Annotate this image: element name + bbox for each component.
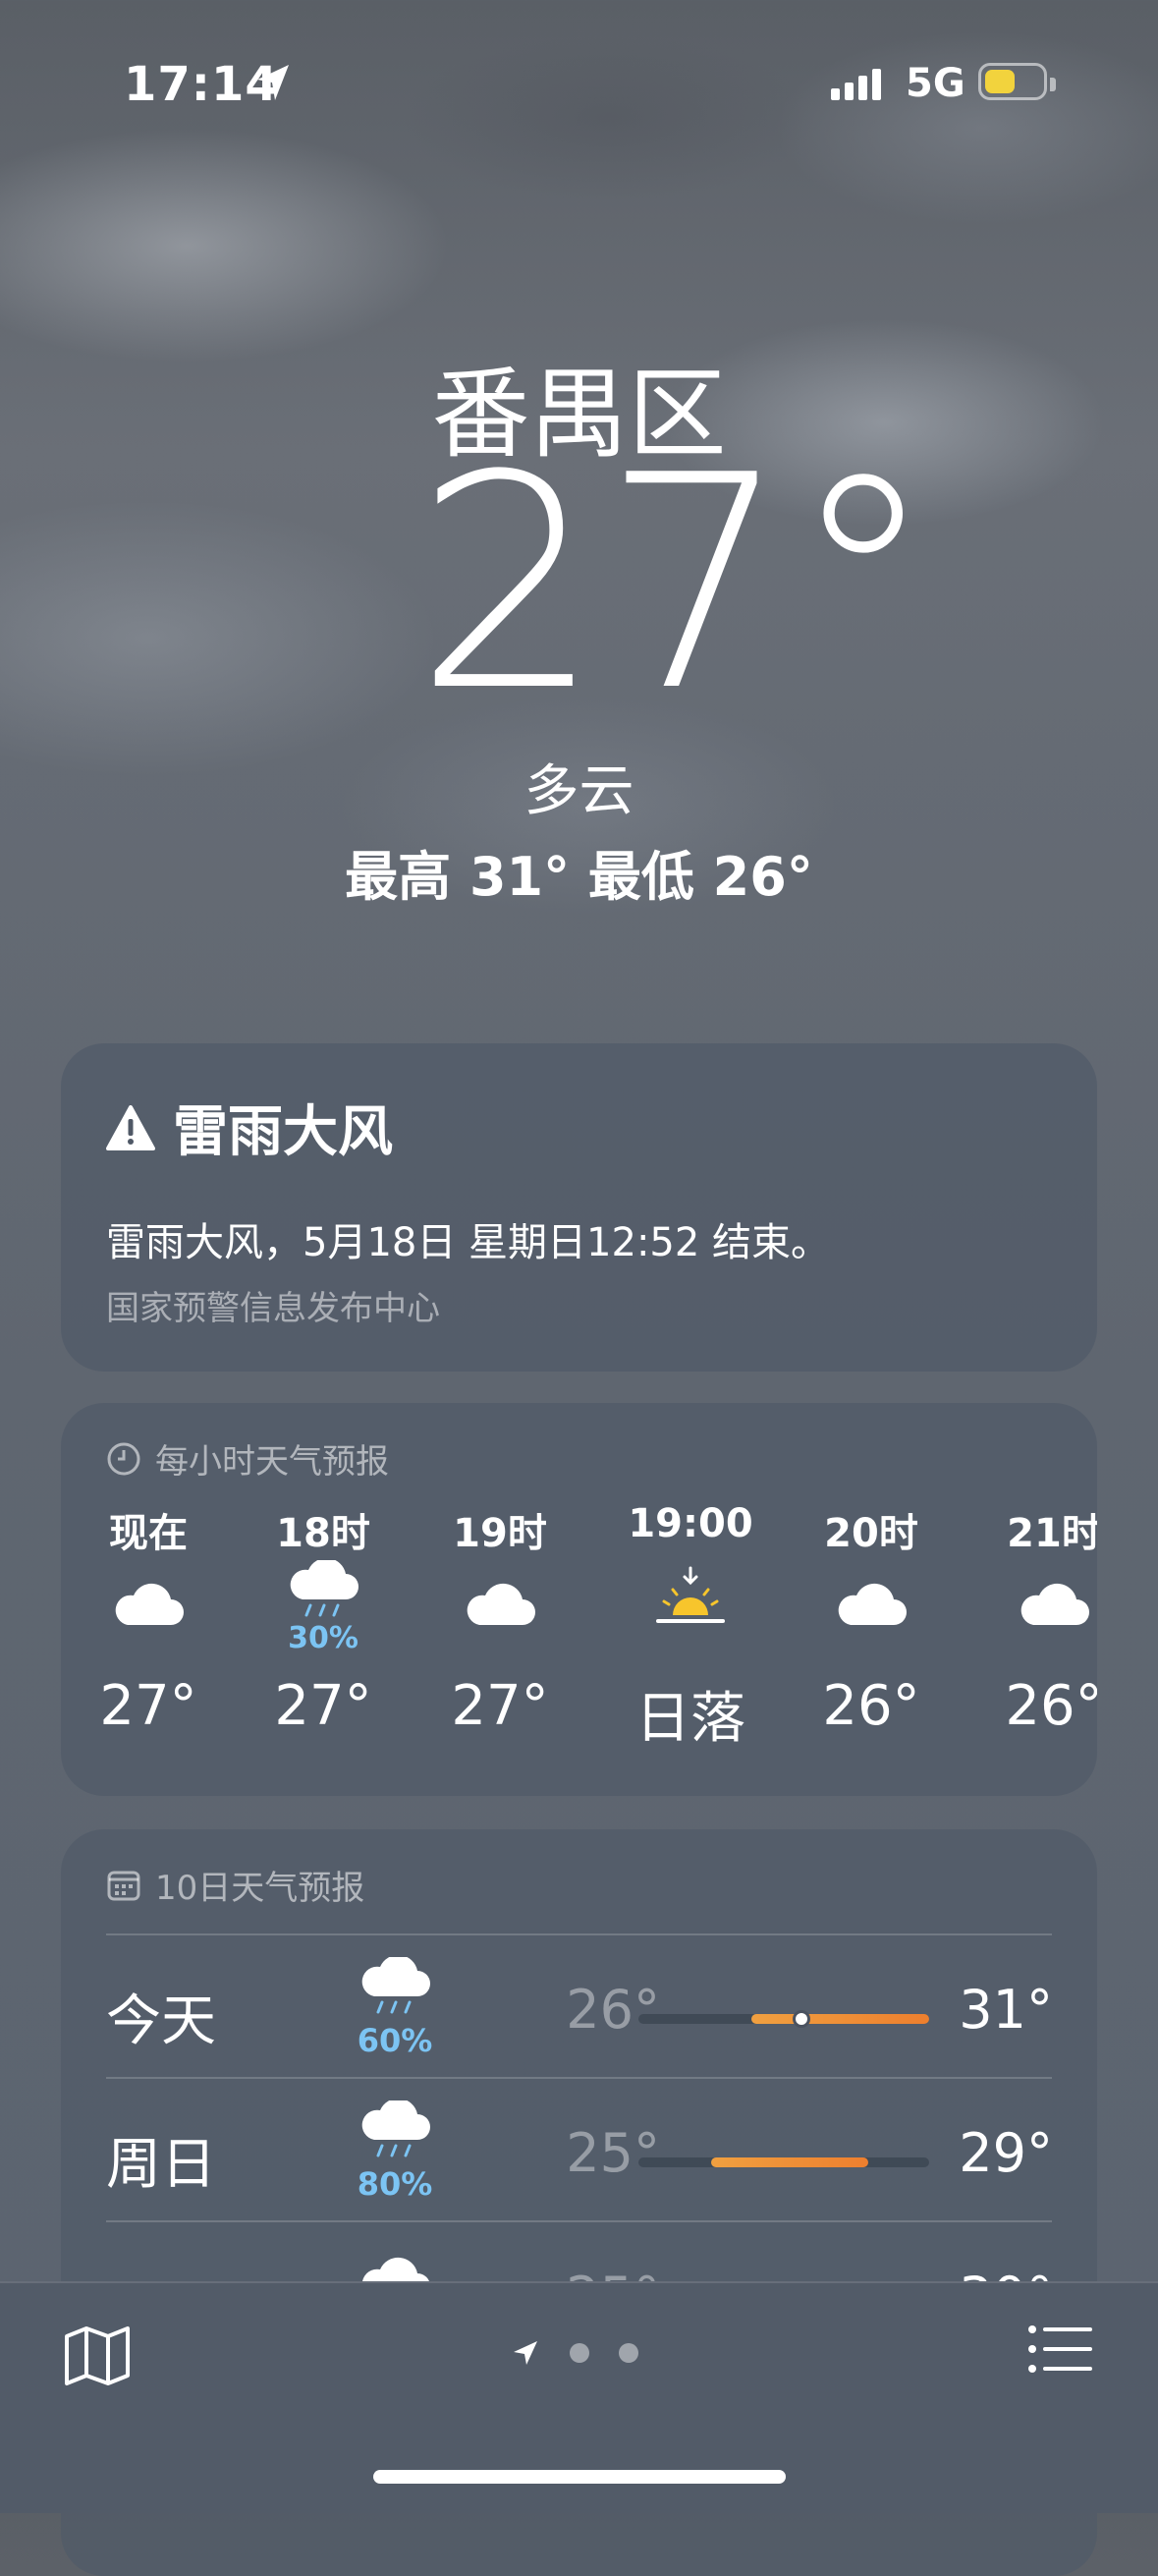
sunset-icon — [656, 1566, 725, 1623]
alert-title: 雷雨大风 — [173, 1100, 393, 1164]
hour-temp: 26° — [822, 1674, 920, 1738]
hour-temp: 日落 — [635, 1687, 745, 1751]
cloud-icon — [467, 1583, 535, 1625]
signal-icon — [831, 69, 881, 100]
range-fill — [711, 2157, 868, 2167]
precip-chance: 30% — [288, 1621, 358, 1655]
daily-header: 10日天气预报 — [106, 1861, 364, 1909]
cloud-rain-icon — [361, 1957, 430, 2014]
hourly-forecast-card[interactable]: 每小时天气预报 现在 27° 18时 30% 27° 19时 27° 19:00 — [61, 1403, 1097, 1796]
page-dot[interactable] — [570, 2343, 589, 2363]
hour-temp: 27° — [274, 1674, 372, 1738]
warning-triangle-icon — [106, 1104, 155, 1150]
current-condition: 多云 — [524, 759, 634, 823]
alert-body: 雷雨大风，5月18日 星期日12:52 结束。 — [106, 1220, 831, 1265]
day-name: 今天 — [106, 1989, 216, 2053]
home-indicator[interactable] — [373, 2470, 786, 2484]
network-type: 5G — [906, 61, 965, 106]
list-icon[interactable] — [1027, 2324, 1092, 2374]
day-low: 26° — [566, 1979, 660, 2041]
map-icon[interactable] — [63, 2324, 132, 2387]
high-low: 最高 31° 最低 26° — [345, 846, 813, 908]
hour-label: 21时 — [1007, 1511, 1097, 1556]
hour-temp: 26° — [1005, 1674, 1097, 1738]
temperature-range-bar — [638, 2157, 929, 2167]
day-name: 周日 — [106, 2133, 216, 2197]
battery-icon — [978, 63, 1056, 100]
cloud-icon — [115, 1583, 184, 1625]
hour-label: 20时 — [824, 1511, 918, 1556]
alert-title-row: 雷雨大风 — [106, 1088, 393, 1167]
daily-header-label: 10日天气预报 — [155, 1869, 365, 1908]
current-temperature: 27° — [414, 413, 937, 756]
hour-item: 21时 26° — [970, 1501, 1097, 1738]
day-high: 31° — [959, 1979, 1053, 2041]
calendar-icon — [107, 1871, 140, 1900]
hour-item: 19:00 日落 — [607, 1501, 774, 1754]
page-indicator[interactable] — [511, 2338, 638, 2368]
alert-source: 国家预警信息发布中心 — [106, 1289, 440, 1328]
location-arrow-icon — [514, 2341, 537, 2365]
page-dot[interactable] — [619, 2343, 638, 2363]
hourly-header: 每小时天气预报 — [106, 1434, 389, 1483]
day-high: 29° — [959, 2122, 1053, 2184]
day-row[interactable]: 周日 80% 25° 29° — [61, 2079, 1097, 2220]
cloud-rain-icon — [290, 1560, 358, 1617]
current-temp-dot — [792, 2010, 810, 2028]
hourly-header-label: 每小时天气预报 — [155, 1442, 389, 1482]
hour-label: 18时 — [276, 1511, 370, 1556]
location-arrow-icon — [257, 65, 289, 100]
hour-item: 现在 27° — [65, 1501, 232, 1738]
hour-temp: 27° — [99, 1674, 197, 1738]
precip-chance: 80% — [357, 2165, 433, 2203]
day-low: 25° — [566, 2122, 660, 2184]
hour-label: 19时 — [453, 1511, 547, 1556]
alert-card[interactable]: 雷雨大风 雷雨大风，5月18日 星期日12:52 结束。 国家预警信息发布中心 — [61, 1043, 1097, 1372]
cloud-icon — [1020, 1583, 1089, 1625]
hour-item: 20时 26° — [788, 1501, 955, 1738]
hour-label: 现在 — [109, 1511, 188, 1556]
hour-item: 18时 30% 27° — [240, 1501, 407, 1738]
day-row[interactable]: 今天 60% 26° 31° — [61, 1935, 1097, 2077]
temperature-range-bar — [638, 2010, 929, 2028]
precip-chance: 60% — [357, 2022, 433, 2059]
cloud-rain-icon — [361, 2100, 430, 2157]
clock-icon — [107, 1442, 140, 1475]
cloud-icon — [838, 1583, 907, 1625]
hour-temp: 27° — [451, 1674, 549, 1738]
range-fill — [751, 2014, 929, 2024]
hour-label: 19:00 — [628, 1501, 753, 1546]
hour-item: 19时 27° — [416, 1501, 583, 1738]
